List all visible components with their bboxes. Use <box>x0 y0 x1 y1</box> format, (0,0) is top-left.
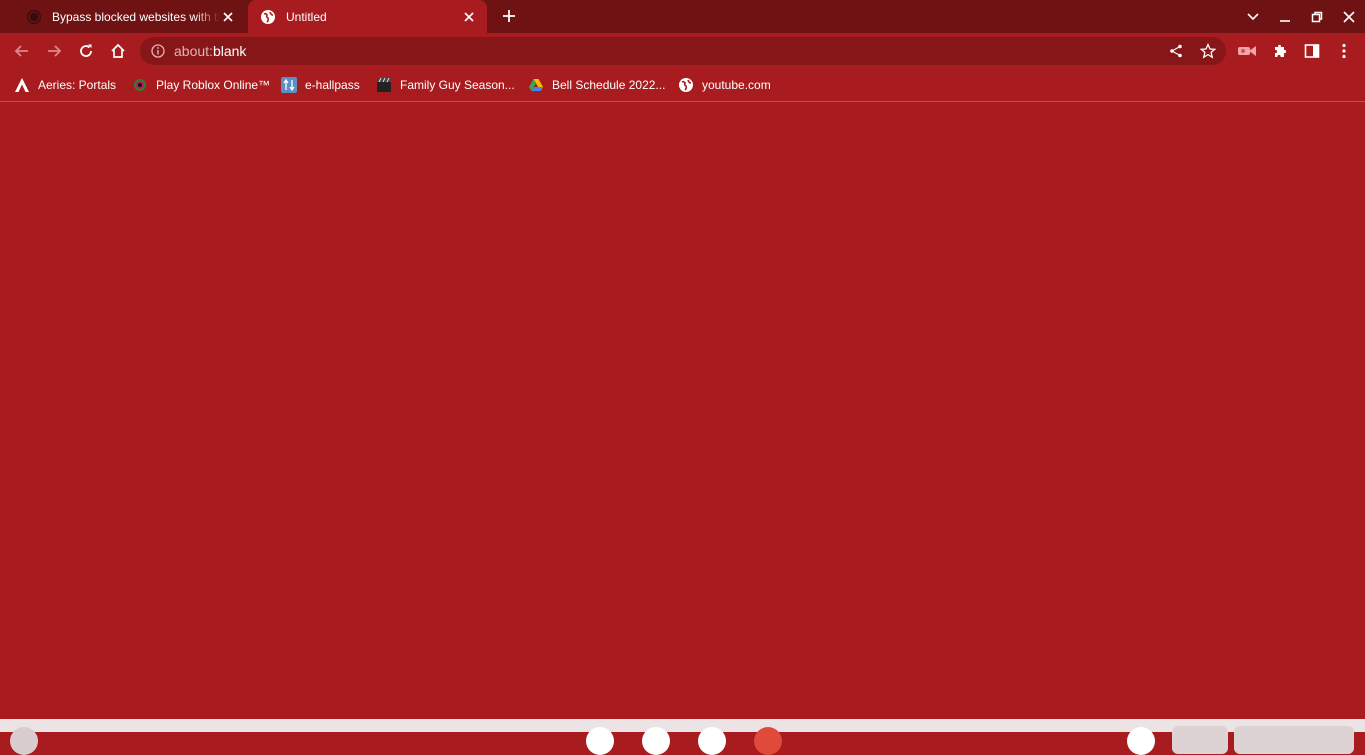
forward-button[interactable] <box>38 35 70 67</box>
page-content[interactable] <box>1 102 1364 719</box>
tab-title: Untitled <box>286 9 327 24</box>
tab-bypass[interactable]: Bypass blocked websites with th <box>8 0 246 33</box>
bookmark-bell-schedule[interactable]: Bell Schedule 2022... <box>528 76 665 94</box>
globe-icon <box>678 77 694 93</box>
new-tab-button[interactable] <box>499 6 519 26</box>
bookmark-label: Aeries: Portals <box>38 78 117 92</box>
plus-icon <box>503 10 515 22</box>
shelf-status-icon[interactable] <box>1127 727 1155 755</box>
bookmark-youtube[interactable]: youtube.com <box>678 76 771 94</box>
close-window-button[interactable] <box>1333 0 1365 33</box>
roblox-icon <box>132 77 148 93</box>
arrow-left-icon <box>14 45 28 57</box>
home-icon <box>111 43 125 58</box>
google-drive-icon <box>528 77 544 93</box>
puzzle-icon <box>1275 44 1287 57</box>
bookmark-roblox[interactable]: Play Roblox Online™ <box>132 76 270 94</box>
aeries-icon <box>14 77 30 93</box>
shelf-tray[interactable] <box>1172 726 1228 754</box>
shelf-app-icon[interactable] <box>754 727 782 755</box>
minimize-icon <box>1280 19 1290 22</box>
browser-window: Bypass blocked websites with th Untitled <box>0 0 1365 755</box>
side-panel-icon <box>1304 44 1320 58</box>
bookmark-family-guy[interactable]: Family Guy Season... <box>376 76 515 94</box>
tab-untitled[interactable]: Untitled <box>248 0 487 33</box>
side-panel-button[interactable] <box>1296 35 1328 67</box>
url-host: blank <box>212 43 247 59</box>
home-button[interactable] <box>102 35 134 67</box>
github-icon <box>26 9 42 25</box>
bookmark-label: Family Guy Season... <box>400 78 515 92</box>
toolbar: about:blank <box>0 33 1365 69</box>
bookmark-ehallpass[interactable]: e-hallpass <box>281 76 360 94</box>
extension-button[interactable] <box>1231 35 1263 67</box>
info-icon[interactable] <box>150 43 166 59</box>
system-tray[interactable] <box>1234 726 1354 754</box>
bookmark-label: e-hallpass <box>305 78 360 92</box>
menu-button[interactable] <box>1328 35 1360 67</box>
bookmark-star-icon[interactable] <box>1198 41 1218 61</box>
share-icon[interactable] <box>1166 41 1186 61</box>
tab-strip: Bypass blocked websites with th Untitled <box>0 0 1365 33</box>
shelf-app-icon[interactable] <box>698 727 726 755</box>
globe-icon <box>260 9 276 25</box>
launcher-icon[interactable] <box>10 727 38 755</box>
reload-icon <box>80 44 92 57</box>
arrow-right-icon <box>48 45 62 57</box>
bookmark-aeries[interactable]: Aeries: Portals <box>14 76 116 94</box>
kebab-menu-icon <box>1342 43 1346 59</box>
close-icon[interactable] <box>220 9 236 25</box>
shelf-app-icon[interactable] <box>586 727 614 755</box>
restore-icon <box>1311 11 1323 22</box>
bookmark-label: youtube.com <box>702 78 771 92</box>
url-text[interactable]: about:blank <box>174 44 246 58</box>
tab-title: Bypass blocked websites with th <box>52 9 220 24</box>
reload-button[interactable] <box>70 35 102 67</box>
minimize-button[interactable] <box>1269 0 1301 33</box>
bookmarks-bar: Aeries: Portals Play Roblox Online™ e-ha… <box>0 69 1365 102</box>
clapperboard-icon <box>376 77 392 93</box>
screencast-extension-icon <box>1238 46 1256 56</box>
shelf-app-icon[interactable] <box>642 727 670 755</box>
extensions-button[interactable] <box>1264 35 1296 67</box>
close-icon <box>1343 10 1355 23</box>
bookmark-label: Play Roblox Online™ <box>156 78 271 92</box>
ehallpass-icon <box>281 77 297 93</box>
os-shelf <box>0 719 1365 755</box>
close-icon[interactable] <box>461 9 477 25</box>
window-controls <box>1237 0 1365 33</box>
omnibox[interactable]: about:blank <box>140 37 1226 65</box>
bookmark-label: Bell Schedule 2022... <box>552 78 666 92</box>
chevron-down-icon <box>1247 12 1259 20</box>
tab-search-button[interactable] <box>1237 0 1269 33</box>
url-scheme: about: <box>174 43 213 59</box>
restore-button[interactable] <box>1301 0 1333 33</box>
back-button[interactable] <box>6 35 38 67</box>
